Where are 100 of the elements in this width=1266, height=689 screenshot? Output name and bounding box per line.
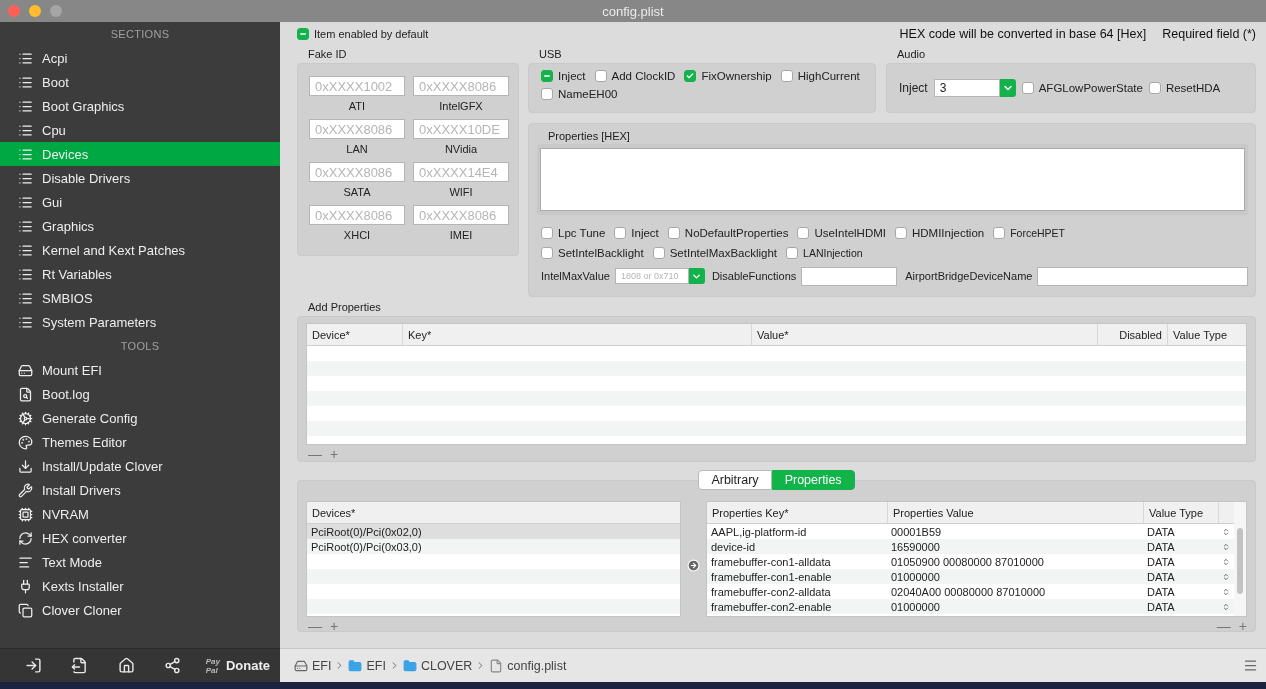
path-segment[interactable]: EFI: [312, 658, 332, 673]
stepper-icon[interactable]: [1222, 601, 1230, 612]
checkbox[interactable]: [541, 247, 553, 259]
column-header[interactable]: Devices*: [307, 502, 680, 523]
table-cell-text: DATA: [1146, 569, 1176, 584]
column-header[interactable]: Properties Value: [887, 502, 1143, 523]
stepper-icon[interactable]: [1222, 526, 1230, 537]
column-header[interactable]: Value*: [751, 324, 1097, 345]
checkbox[interactable]: [297, 28, 309, 40]
path-segment[interactable]: EFI: [366, 658, 386, 673]
menu-icon[interactable]: [1243, 658, 1258, 673]
dropdown-field[interactable]: 1808 or 0x710: [614, 268, 689, 284]
sidebar-item[interactable]: Gui: [0, 190, 280, 214]
sidebar-item[interactable]: NVRAM: [0, 502, 280, 526]
sidebar-item[interactable]: Graphics: [0, 214, 280, 238]
checkbox[interactable]: [993, 227, 1006, 239]
path-segment[interactable]: config.plist: [507, 658, 567, 673]
input-field[interactable]: 0xXXXX8086: [309, 119, 405, 139]
sidebar-item-label: Acpi: [42, 50, 68, 66]
column-header[interactable]: Value Type: [1143, 502, 1218, 523]
input-field[interactable]: 0xXXXX14E4: [413, 162, 509, 182]
sidebar-item-label: HEX converter: [42, 530, 127, 546]
refresh-icon: [18, 530, 33, 546]
zoom-button[interactable]: [50, 5, 62, 17]
column-header[interactable]: Value Type: [1167, 324, 1246, 345]
checkbox[interactable]: [541, 227, 553, 239]
checkbox-label: NameEH00: [558, 88, 618, 100]
checkbox[interactable]: [614, 227, 627, 239]
sidebar-item[interactable]: Install Drivers: [0, 478, 280, 502]
sidebar-item[interactable]: Acpi: [0, 46, 280, 70]
table-cell-text: DATA: [1146, 554, 1176, 569]
table-cell[interactable]: PciRoot(0)/Pci(0x03,0): [307, 539, 680, 554]
checkbox[interactable]: [652, 247, 665, 259]
checkbox[interactable]: [797, 227, 810, 239]
table-cell-text: 00001B59: [890, 524, 943, 539]
input-field[interactable]: 0xXXXX8086: [309, 162, 405, 182]
stepper-icon[interactable]: [1222, 571, 1230, 582]
stepper-icon[interactable]: [1222, 586, 1230, 597]
checkbox-label: Inject: [558, 70, 586, 82]
checkbox-label: ForceHPET: [1010, 227, 1066, 239]
segment-tab[interactable]: Arbitrary: [698, 470, 772, 490]
input-field[interactable]: [1037, 266, 1248, 286]
column-header[interactable]: Key*: [402, 324, 751, 345]
sidebar-item[interactable]: Kernel and Kext Patches: [0, 238, 280, 262]
sidebar-item[interactable]: Mount EFI: [0, 358, 280, 382]
sidebar-item[interactable]: Clover Cloner: [0, 598, 280, 622]
checkbox[interactable]: [786, 247, 799, 259]
input-field[interactable]: 0xXXXX8086: [413, 76, 509, 96]
sidebar-item[interactable]: Disable Drivers: [0, 166, 280, 190]
field-label: DisableFunctions: [711, 270, 797, 282]
sidebar-item[interactable]: Boot: [0, 70, 280, 94]
list-icon: [18, 218, 33, 234]
folder-icon: [402, 658, 417, 673]
sidebar-item[interactable]: Text Mode: [0, 550, 280, 574]
input-field[interactable]: [801, 266, 898, 286]
sidebar-item[interactable]: Kexts Installer: [0, 574, 280, 598]
sidebar-item[interactable]: Rt Variables: [0, 262, 280, 286]
column-header[interactable]: Device*: [307, 324, 402, 345]
checkbox[interactable]: [594, 70, 607, 82]
input-field[interactable]: 0xXXXX8086: [309, 205, 405, 225]
input-field[interactable]: 0xXXXX1002: [309, 76, 405, 96]
hex-text-area[interactable]: [540, 148, 1245, 211]
input-field[interactable]: 0xXXXX8086: [413, 205, 509, 225]
sidebar-item[interactable]: Generate Config: [0, 406, 280, 430]
close-button[interactable]: [8, 5, 20, 17]
sidebar-item[interactable]: SMBIOS: [0, 286, 280, 310]
checkbox[interactable]: [1148, 82, 1161, 94]
plug-icon: [18, 578, 33, 594]
minimize-button[interactable]: [29, 5, 41, 17]
checkbox[interactable]: [667, 227, 680, 239]
list-icon: [18, 98, 33, 114]
scrollbar-thumb[interactable]: [1237, 528, 1243, 594]
sidebar-item[interactable]: System Parameters: [0, 310, 280, 334]
column-header[interactable]: Disabled: [1097, 324, 1167, 345]
text-lines-icon: [18, 554, 33, 570]
checkbox[interactable]: [541, 70, 553, 82]
input-field[interactable]: 0xXXXX10DE: [413, 119, 509, 139]
checkbox[interactable]: [684, 70, 697, 82]
checkbox[interactable]: [541, 88, 553, 100]
column-header[interactable]: Properties Key*: [707, 502, 887, 523]
list-icon: [18, 194, 33, 210]
dropdown-field[interactable]: 3: [933, 79, 1000, 97]
stepper-icon[interactable]: [1222, 541, 1230, 552]
checkbox[interactable]: [1021, 82, 1034, 94]
sidebar-item[interactable]: HEX converter: [0, 526, 280, 550]
file-search-icon: [18, 386, 33, 402]
sidebar-item-label: Disable Drivers: [42, 170, 131, 186]
sidebar-item[interactable]: Themes Editor: [0, 430, 280, 454]
checkbox[interactable]: [894, 227, 907, 239]
sidebar-item[interactable]: Install/Update Clover: [0, 454, 280, 478]
checkbox[interactable]: [780, 70, 793, 82]
stepper-icon[interactable]: [1222, 556, 1230, 567]
arrow-right-icon[interactable]: [687, 558, 700, 572]
table-cell-text: 16590000: [890, 539, 941, 554]
sidebar-item[interactable]: Boot.log: [0, 382, 280, 406]
sidebar-item[interactable]: Cpu: [0, 118, 280, 142]
path-segment[interactable]: CLOVER: [420, 658, 473, 673]
table-cell[interactable]: PciRoot(0)/Pci(0x02,0): [307, 524, 680, 539]
checkbox-label: NoDefaultProperties: [684, 227, 789, 239]
sidebar-item[interactable]: Boot Graphics: [0, 94, 280, 118]
